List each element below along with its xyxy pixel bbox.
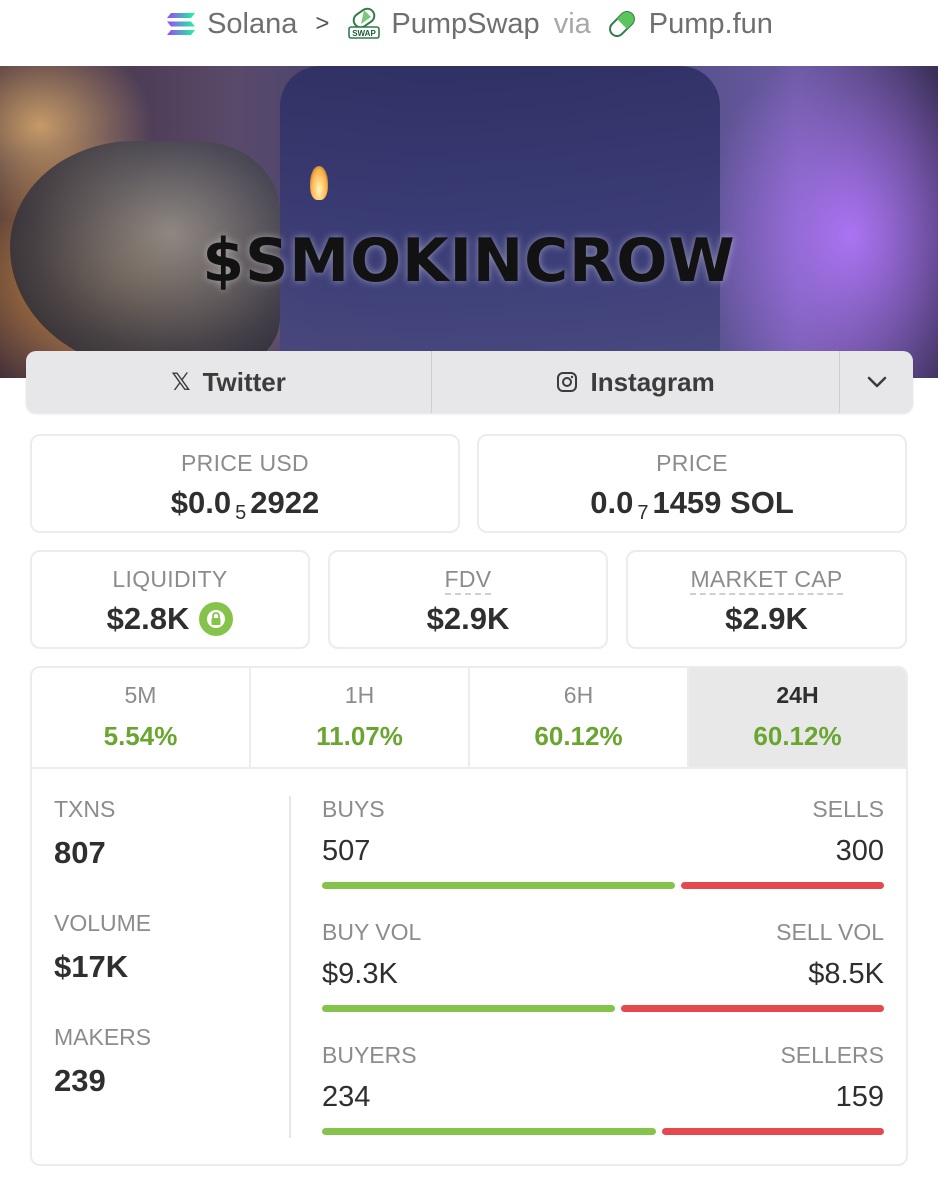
buy-vol-value: $9.3K bbox=[322, 958, 398, 990]
buys-label: BUYS bbox=[322, 796, 385, 822]
more-links-button[interactable] bbox=[840, 351, 913, 413]
volume-label: VOLUME bbox=[54, 910, 152, 936]
liquidity-value-row: $2.8K bbox=[32, 601, 308, 637]
market-cap-card: MARKET CAP $2.9K bbox=[626, 550, 907, 649]
buy-bar-segment bbox=[322, 882, 675, 889]
fdv-label[interactable]: FDV bbox=[444, 566, 492, 595]
market-cap-label-wrap: MARKET CAP bbox=[628, 566, 905, 595]
price-usd-digits: 2922 bbox=[250, 485, 320, 520]
instagram-button[interactable]: Instagram bbox=[432, 351, 841, 413]
breadcrumb-launchpad[interactable]: Pump.fun bbox=[649, 8, 773, 41]
pill-icon bbox=[608, 11, 635, 37]
makers-value: 239 bbox=[54, 1063, 106, 1098]
twitter-button[interactable]: 𝕏 Twitter bbox=[26, 351, 433, 413]
buyers-bar bbox=[322, 1128, 884, 1135]
liquidity-value: $2.8K bbox=[106, 601, 190, 636]
buys-value: 507 bbox=[322, 835, 371, 867]
price-usd-value: $0.0 5 2922 bbox=[32, 485, 458, 524]
tab-label: 5M bbox=[124, 682, 157, 708]
tab-1h[interactable]: 1H 11.07% bbox=[251, 668, 470, 767]
buys-sells-row: BUYS SELLS 507 300 bbox=[322, 796, 884, 919]
breadcrumb-chain[interactable]: Solana bbox=[207, 8, 297, 41]
price-native-zero-count: 7 bbox=[637, 501, 649, 524]
solana-icon bbox=[167, 13, 196, 35]
sells-value: 300 bbox=[835, 835, 884, 867]
social-links-bar: 𝕏 Twitter Instagram bbox=[26, 351, 913, 413]
sells-label: SELLS bbox=[812, 796, 884, 822]
tab-change: 11.07% bbox=[316, 721, 403, 751]
tab-change: 60.12% bbox=[534, 721, 623, 751]
price-native-digits: 1459 SOL bbox=[652, 485, 794, 520]
fdv-value: $2.9K bbox=[426, 601, 510, 636]
price-native-value: 0.0 7 1459 SOL bbox=[479, 485, 905, 524]
fdv-label-wrap: FDV bbox=[330, 566, 606, 595]
buy-sell-column: BUYS SELLS 507 300 BUY VOL SELL VOL $9.3K $8… bbox=[322, 796, 884, 1164]
breadcrumb-via: via bbox=[553, 7, 591, 40]
liquidity-label: LIQUIDITY bbox=[112, 566, 228, 592]
txns-label: TXNS bbox=[54, 796, 116, 822]
sell-vol-value: $8.5K bbox=[808, 958, 884, 990]
tab-5m[interactable]: 5M 5.54% bbox=[32, 668, 251, 767]
sellers-label: SELLERS bbox=[780, 1042, 884, 1068]
makers-label[interactable]: MAKERS bbox=[54, 1024, 151, 1050]
volume-value: $17K bbox=[54, 949, 129, 984]
tab-24h[interactable]: 24H 60.12% bbox=[689, 668, 906, 767]
sell-bar-segment bbox=[621, 1005, 884, 1012]
stats-panel: 5M 5.54% 1H 11.07% 6H 60.12% 24H 60.12% … bbox=[30, 666, 908, 1166]
instagram-label: Instagram bbox=[590, 366, 715, 397]
buy-bar-segment bbox=[322, 1005, 616, 1012]
buy-bar-segment bbox=[322, 1128, 657, 1135]
chevron-down-icon bbox=[867, 376, 886, 388]
x-icon: 𝕏 bbox=[171, 368, 191, 396]
price-native-prefix: 0.0 bbox=[590, 485, 634, 520]
txns-metric: TXNS 807 bbox=[54, 796, 274, 871]
banner-ticker-text: $SMOKINCROW bbox=[202, 226, 736, 296]
totals-column: TXNS 807 VOLUME $17K MAKERS 239 bbox=[54, 796, 274, 1138]
price-usd-prefix: $0.0 bbox=[170, 485, 232, 520]
liquidity-card: LIQUIDITY $2.8K bbox=[30, 550, 310, 649]
banner-person-figure bbox=[280, 66, 720, 378]
token-banner-image: $SMOKINCROW bbox=[0, 66, 938, 378]
instagram-icon bbox=[557, 372, 578, 392]
tab-change: 5.54% bbox=[103, 721, 178, 751]
tab-change: 60.12% bbox=[753, 721, 842, 751]
volume-metric: VOLUME $17K bbox=[54, 910, 274, 985]
price-usd-card: PRICE USD $0.0 5 2922 bbox=[30, 434, 460, 533]
sell-vol-label: SELL VOL bbox=[776, 919, 884, 945]
volume-bar bbox=[322, 1005, 884, 1012]
makers-metric: MAKERS 239 bbox=[54, 1024, 274, 1099]
sell-bar-segment bbox=[680, 882, 884, 889]
banner-lighter-flame bbox=[310, 166, 328, 200]
pumpswap-icon: SWAP bbox=[348, 7, 381, 39]
market-cap-value: $2.9K bbox=[725, 601, 808, 636]
txns-value: 807 bbox=[54, 835, 106, 870]
buyers-label: BUYERS bbox=[322, 1042, 417, 1068]
buy-vol-label: BUY VOL bbox=[322, 919, 422, 945]
tab-label: 6H bbox=[563, 682, 594, 708]
timeframe-tabs: 5M 5.54% 1H 11.07% 6H 60.12% 24H 60.12% bbox=[32, 668, 906, 769]
svg-text:SWAP: SWAP bbox=[353, 29, 377, 38]
buys-sells-bar bbox=[322, 882, 884, 889]
fdv-card: FDV $2.9K bbox=[328, 550, 608, 649]
buyers-sellers-row: BUYERS SELLERS 234 159 bbox=[322, 1042, 884, 1164]
tab-label: 24H bbox=[776, 682, 819, 708]
chevron-right-icon: > bbox=[315, 10, 330, 37]
column-divider bbox=[289, 796, 291, 1138]
twitter-label: Twitter bbox=[202, 366, 286, 397]
buyers-value: 234 bbox=[322, 1081, 371, 1113]
sell-bar-segment bbox=[662, 1128, 884, 1135]
price-usd-label: PRICE USD bbox=[181, 450, 309, 476]
breadcrumb: Solana > SWAP PumpSwap via Pump.fun bbox=[0, 0, 938, 48]
buy-sell-volume-row: BUY VOL SELL VOL $9.3K $8.5K bbox=[322, 919, 884, 1042]
price-native-label: PRICE bbox=[656, 450, 728, 476]
market-cap-label[interactable]: MARKET CAP bbox=[690, 566, 843, 595]
breadcrumb-dex[interactable]: PumpSwap bbox=[391, 8, 539, 41]
price-usd-zero-count: 5 bbox=[235, 501, 247, 524]
price-native-card: PRICE 0.0 7 1459 SOL bbox=[477, 434, 907, 533]
lock-icon[interactable] bbox=[199, 602, 234, 636]
sellers-value: 159 bbox=[835, 1081, 884, 1113]
tab-6h[interactable]: 6H 60.12% bbox=[470, 668, 689, 767]
tab-label: 1H bbox=[344, 682, 375, 708]
